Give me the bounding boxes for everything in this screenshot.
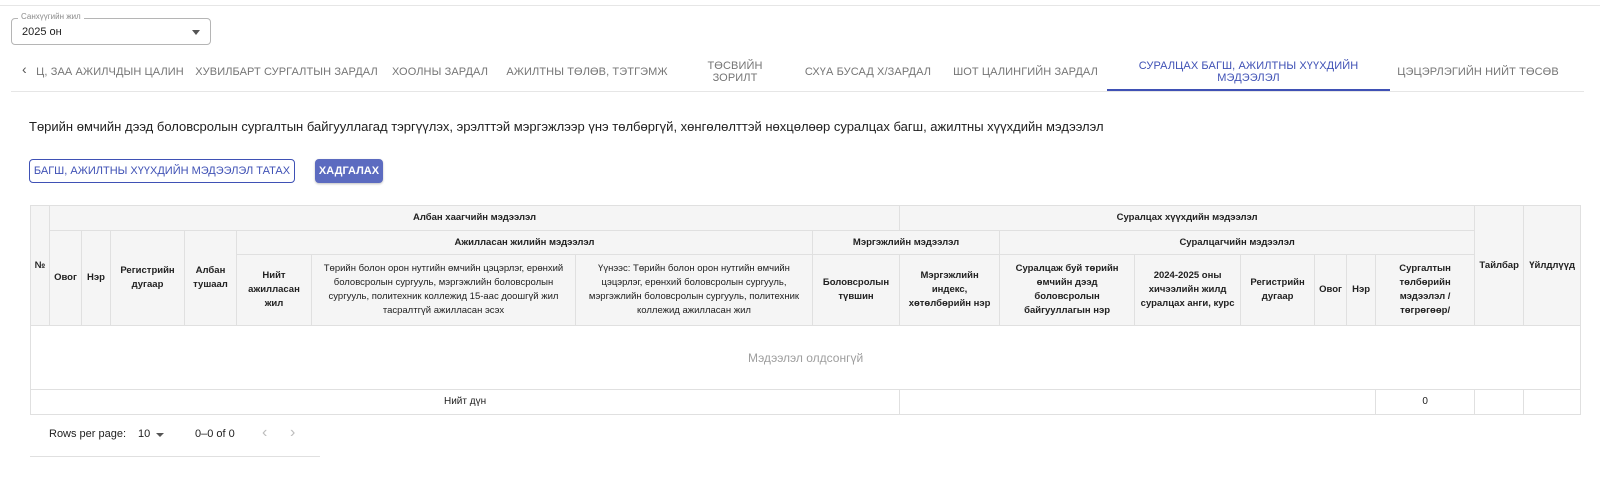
col-register: Регистрийн дугаар <box>110 230 185 326</box>
col-lastname: Овог <box>49 230 82 326</box>
col-state-years: Төрийн болон орон нутгийн өмчийн цэцэрлэ… <box>311 254 576 326</box>
fiscal-year-select[interactable]: Санхүүгийн жил 2025 он <box>11 12 211 45</box>
chevron-left-icon[interactable]: ‹ <box>262 424 267 442</box>
group-employee-info: Албан хаагчийн мэдээлэл <box>48 205 901 231</box>
fiscal-year-label: Санхүүгийн жил <box>18 12 84 22</box>
col-student-lastname: Овог <box>1314 254 1348 326</box>
col-student-firstname: Нэр <box>1346 254 1377 326</box>
pagination-range: 0–0 of 0 <box>195 428 235 440</box>
col-tuition: Сургалтын төлбөрийн мэдээлэл /төгрөгөөр/ <box>1375 254 1476 326</box>
children-info-table: № Албан хаагчийн мэдээлэл Суралцах хүүхд… <box>29 205 1582 415</box>
top-divider <box>0 5 1600 6</box>
col-total-years: Нийт ажилласан жил <box>236 254 312 326</box>
arrow-drop-down-icon <box>192 30 200 35</box>
col-student-register: Регистрийн дугаар <box>1240 254 1316 326</box>
active-tab-indicator <box>1107 89 1390 91</box>
col-number: № <box>30 205 50 326</box>
col-firstname: Нэр <box>81 230 111 326</box>
group-profession: Мэргэжлийн мэдээлэл <box>811 230 1001 255</box>
col-of-which-years: Үүнээс: Төрийн болон орон нутгийн өмчийн… <box>575 254 813 326</box>
chevron-left-icon[interactable]: ‹ <box>22 61 27 77</box>
group-child-info: Суралцах хүүхдийн мэдээлэл <box>899 205 1476 231</box>
tab-divider <box>11 91 1584 92</box>
tab-shot-salary[interactable]: ШОТ ЦАЛИНГИЙН ЗАРДАЛ <box>950 52 1101 91</box>
col-education-level: Боловсролын түвшин <box>811 254 901 326</box>
pagination-divider <box>30 456 320 457</box>
tab-salary[interactable]: Ц, ЗАА АЖИЛЧДЫН ЦАЛИН <box>36 52 184 91</box>
fiscal-year-value: 2025 он <box>22 26 62 38</box>
chevron-right-icon[interactable]: › <box>290 424 295 442</box>
group-student: Суралцагчийн мэдээлэл <box>999 230 1476 255</box>
col-note: Тайлбар <box>1474 205 1525 326</box>
download-children-info-button[interactable]: БАГШ, АЖИЛТНЫ ХҮҮХДИЙН МЭДЭЭЛЭЛ ТАТАХ <box>29 159 295 183</box>
col-actions: Үйлдлүүд <box>1523 205 1582 326</box>
tab-alternative-training[interactable]: ХУВИЛБАРТ СУРГАЛТЫН ЗАРДАЛ <box>195 52 378 91</box>
total-actions-cell <box>1523 389 1582 415</box>
col-profession-index: Мэргэжлийн индекс, хөтөлбөрийн нэр <box>899 254 1001 326</box>
total-label: Нийт дүн <box>29 389 901 415</box>
rows-per-page-label: Rows per page: <box>49 428 127 440</box>
page-description: Төрийн өмчийн дээд боловсролын сургалтын… <box>29 119 1104 134</box>
tab-kindergarten-budget[interactable]: ЦЭЦЭРЛЭГИЙН НИЙТ ТӨСӨВ <box>1392 52 1564 91</box>
col-position: Албан тушаал <box>184 230 237 326</box>
col-institution: Суралцаж буй төрийн өмчийн дээд боловсро… <box>999 254 1136 326</box>
total-spacer <box>899 389 1377 415</box>
save-button[interactable]: ХАДГАЛАХ <box>315 159 383 183</box>
tab-other-expenses[interactable]: СХҮА БУСАД Х/ЗАРДАЛ <box>797 52 939 91</box>
tab-children-info[interactable]: СУРАЛЦАХ БАГШ, АЖИЛТНЫ ХҮҮХДИЙН МЭДЭЭЛЭЛ <box>1107 52 1390 91</box>
tab-employee-status[interactable]: АЖИЛТНЫ ТӨЛӨВ, ТЭТГЭМЖ <box>501 52 673 91</box>
tab-meal-cost[interactable]: ХООЛНЫ ЗАРДАЛ <box>390 52 490 91</box>
total-value: 0 <box>1375 389 1476 415</box>
col-course: 2024-2025 оны хичээлийн жилд суралцах ан… <box>1134 254 1242 326</box>
arrow-drop-down-icon[interactable] <box>156 433 164 437</box>
pagination: Rows per page: 10 0–0 of 0 ‹ › <box>30 421 320 457</box>
group-worked-years: Ажилласан жилийн мэдээлэл <box>236 230 813 255</box>
rows-per-page-select[interactable]: 10 <box>138 428 150 440</box>
total-note-cell <box>1474 389 1525 415</box>
empty-message: Мэдээлэл олдсонгүй <box>29 325 1582 390</box>
tab-budget-goal[interactable]: ТӨСВИЙН ЗОРИЛТ <box>684 52 786 91</box>
tab-bar: ‹ Ц, ЗАА АЖИЛЧДЫН ЦАЛИН ХУВИЛБАРТ СУРГАЛ… <box>0 52 1600 92</box>
